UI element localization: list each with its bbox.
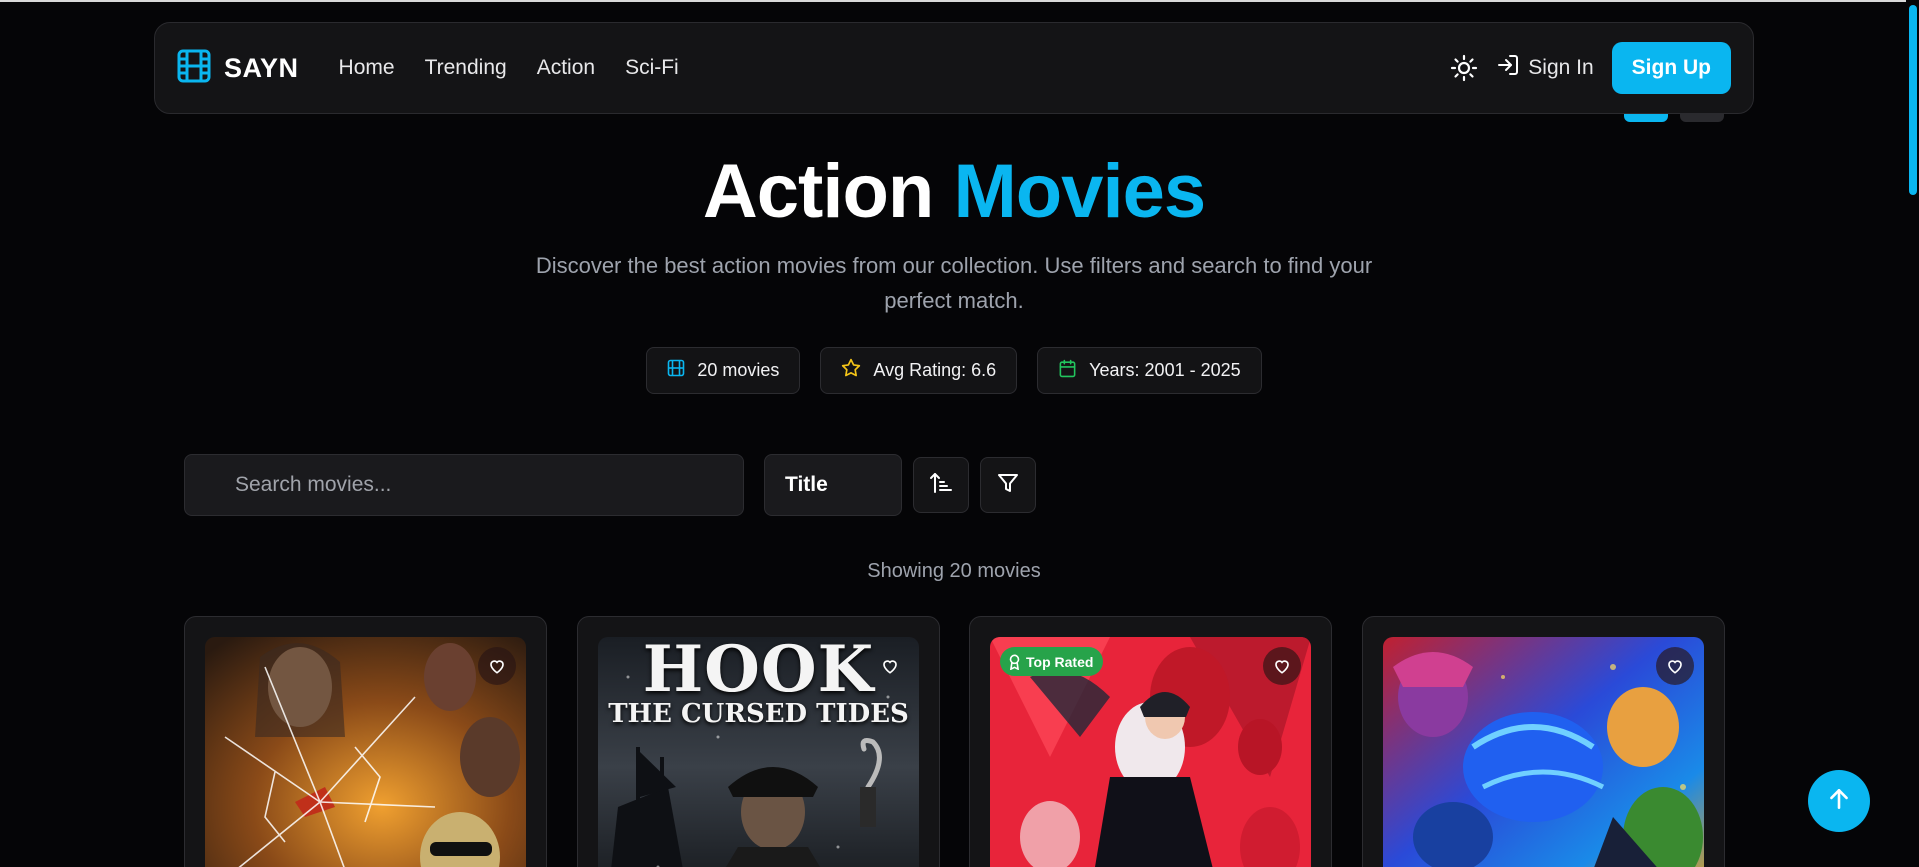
- stats-row: 20 movies Avg Rating: 6.6 Years: 2001 - …: [0, 347, 1908, 394]
- film-icon: [667, 359, 685, 382]
- scroll-to-top-button[interactable]: [1808, 770, 1870, 832]
- theme-toggle-sun-icon[interactable]: [1450, 54, 1478, 82]
- nav-links: Home Trending Action Sci-Fi: [339, 56, 679, 80]
- filter-icon: [996, 471, 1020, 500]
- movie-count-text: 20 movies: [697, 360, 780, 380]
- arrow-up-icon: [1826, 786, 1852, 817]
- navbar: SAYN Home Trending Action Sci-Fi Sign In…: [154, 22, 1754, 114]
- movie-poster: [205, 637, 526, 867]
- window-top-edge: [0, 0, 1919, 2]
- page-title: Action Movies: [0, 148, 1908, 235]
- nav-link-sci-fi[interactable]: Sci-Fi: [625, 56, 679, 80]
- top-rated-label: Top Rated: [1026, 653, 1094, 670]
- sort-field-select[interactable]: Title: [764, 454, 902, 516]
- nav-link-home[interactable]: Home: [339, 56, 395, 80]
- brand-name: SAYN: [224, 52, 299, 83]
- scrollbar-thumb[interactable]: [1909, 5, 1917, 195]
- favorite-heart-icon[interactable]: [478, 647, 516, 685]
- page: SAYN Home Trending Action Sci-Fi Sign In…: [0, 0, 1919, 867]
- page-title-accent: Movies: [953, 149, 1206, 234]
- years-text: Years: 2001 - 2025: [1089, 360, 1241, 380]
- film-icon: [177, 49, 211, 88]
- calendar-icon: [1058, 359, 1077, 383]
- sign-in-label: Sign In: [1528, 56, 1594, 79]
- sign-up-button[interactable]: Sign Up: [1611, 42, 1731, 94]
- search-box: [184, 454, 744, 516]
- star-icon: [841, 358, 861, 383]
- nav-actions: Sign In Sign Up: [1450, 42, 1731, 94]
- page-subtitle: Discover the best action movies from our…: [535, 253, 1373, 313]
- sign-in-icon: [1496, 53, 1520, 83]
- favorite-heart-icon[interactable]: [1656, 647, 1694, 685]
- poster-title-sub: THE CURSED TIDES: [608, 699, 909, 729]
- movie-poster: [1383, 637, 1704, 867]
- movie-card[interactable]: Top Rated: [969, 616, 1332, 867]
- avg-rating-stat: Avg Rating: 6.6: [820, 347, 1018, 394]
- nav-link-trending[interactable]: Trending: [425, 56, 507, 80]
- results-count: Showing 20 movies: [867, 560, 1041, 582]
- award-icon: [1008, 654, 1021, 670]
- movie-card[interactable]: [184, 616, 547, 867]
- top-rated-badge: Top Rated: [1000, 647, 1104, 676]
- filter-button[interactable]: [980, 457, 1036, 513]
- avg-rating-text: Avg Rating: 6.6: [873, 360, 997, 380]
- search-input[interactable]: [235, 473, 743, 497]
- years-stat: Years: 2001 - 2025: [1037, 347, 1262, 394]
- page-title-main: Action: [702, 149, 934, 234]
- sort-ascending-icon: [928, 470, 954, 501]
- sort-direction-button[interactable]: [913, 457, 969, 513]
- movie-poster: HOOK THE CURSED TIDES: [598, 637, 919, 867]
- nav-link-action[interactable]: Action: [537, 56, 595, 80]
- favorite-heart-icon[interactable]: [1263, 647, 1301, 685]
- sign-in-button[interactable]: Sign In: [1496, 53, 1594, 83]
- logo[interactable]: SAYN: [177, 49, 299, 88]
- movie-count-stat: 20 movies: [646, 347, 801, 394]
- movie-card[interactable]: HOOK THE CURSED TIDES: [577, 616, 940, 867]
- movie-poster: Top Rated: [990, 637, 1311, 867]
- favorite-heart-icon[interactable]: [871, 647, 909, 685]
- movie-card[interactable]: [1362, 616, 1725, 867]
